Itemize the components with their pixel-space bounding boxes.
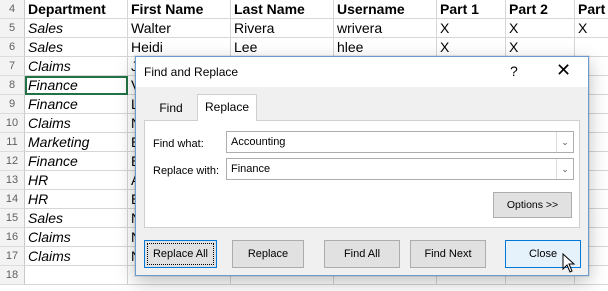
find-what-value: Accounting (231, 136, 286, 148)
table-cell[interactable]: X (575, 19, 608, 38)
column-header[interactable]: First Name (128, 0, 231, 19)
table-cell[interactable]: wrivera (334, 19, 437, 38)
help-button[interactable]: ? (510, 63, 518, 79)
find-what-label: Find what: (153, 138, 204, 150)
row-number[interactable]: 9 (0, 95, 25, 114)
table-cell[interactable]: Claims (25, 57, 128, 76)
close-icon[interactable]: ✕ (556, 60, 571, 81)
table-row: 5 Sales Walter Rivera wrivera X X X (0, 19, 608, 38)
row-number[interactable]: 6 (0, 38, 25, 57)
header-row: 4 Department First Name Last Name Username Pa… (0, 0, 608, 19)
dialog-titlebar: Find and Replace ? ✕ (136, 57, 588, 87)
tab-replace[interactable]: Replace (197, 94, 257, 121)
table-cell[interactable]: X (437, 38, 506, 57)
selected-cell[interactable]: Finance (25, 76, 128, 95)
find-replace-dialog: Find and Replace ? ✕ Find Replace Find w… (135, 56, 589, 276)
mouse-pointer-icon (562, 253, 576, 273)
table-cell[interactable]: hlee (334, 38, 437, 57)
find-what-input[interactable]: Accounting ⌄ (226, 131, 574, 153)
find-all-button[interactable]: Find All (324, 240, 400, 268)
row-number[interactable]: 17 (0, 247, 25, 266)
row-number[interactable]: 7 (0, 57, 25, 76)
table-cell[interactable]: X (437, 19, 506, 38)
chevron-down-icon[interactable]: ⌄ (556, 132, 573, 152)
table-cell[interactable]: HR (25, 171, 128, 190)
table-cell[interactable]: Sales (25, 19, 128, 38)
replace-button[interactable]: Replace (232, 240, 304, 268)
table-cell[interactable]: Sales (25, 209, 128, 228)
row-number[interactable]: 13 (0, 171, 25, 190)
column-header[interactable]: Part (575, 0, 608, 19)
table-row: 6 Sales Heidi Lee hlee X X (0, 38, 608, 57)
column-header[interactable]: Part 2 (506, 0, 575, 19)
row-number[interactable]: 14 (0, 190, 25, 209)
column-header[interactable]: Department (25, 0, 128, 19)
table-cell[interactable] (575, 38, 608, 57)
table-cell[interactable]: Heidi (128, 38, 231, 57)
column-header[interactable]: Last Name (231, 0, 334, 19)
row-number[interactable]: 15 (0, 209, 25, 228)
row-number[interactable]: 5 (0, 19, 25, 38)
row-number[interactable]: 18 (0, 266, 25, 285)
table-cell[interactable] (25, 266, 128, 285)
tab-find[interactable]: Find (151, 97, 191, 119)
column-header[interactable]: Part 1 (437, 0, 506, 19)
row-number[interactable]: 10 (0, 114, 25, 133)
table-cell[interactable]: HR (25, 190, 128, 209)
replace-all-button[interactable]: Replace All (144, 240, 217, 268)
row-number[interactable]: 4 (0, 0, 25, 19)
replace-with-value: Finance (231, 163, 271, 175)
table-cell[interactable]: Rivera (231, 19, 334, 38)
options-button[interactable]: Options >> (493, 192, 572, 218)
table-cell[interactable]: Finance (25, 95, 128, 114)
table-cell[interactable]: Lee (231, 38, 334, 57)
replace-with-input[interactable]: Finance ⌄ (226, 158, 574, 180)
table-cell[interactable]: Sales (25, 38, 128, 57)
table-cell[interactable]: X (506, 38, 575, 57)
replace-with-label: Replace with: (153, 165, 220, 177)
row-number[interactable]: 8 (0, 76, 25, 95)
table-cell[interactable]: Claims (25, 114, 128, 133)
dialog-title: Find and Replace (144, 65, 239, 79)
table-cell[interactable]: Walter (128, 19, 231, 38)
table-cell[interactable]: Finance (25, 152, 128, 171)
chevron-down-icon[interactable]: ⌄ (556, 159, 573, 179)
table-cell[interactable]: X (506, 19, 575, 38)
table-cell[interactable]: Claims (25, 247, 128, 266)
row-number[interactable]: 11 (0, 133, 25, 152)
table-cell[interactable]: Marketing (25, 133, 128, 152)
table-cell[interactable]: Claims (25, 228, 128, 247)
row-number[interactable]: 16 (0, 228, 25, 247)
column-header[interactable]: Username (334, 0, 437, 19)
row-number[interactable]: 12 (0, 152, 25, 171)
find-next-button[interactable]: Find Next (410, 240, 486, 268)
